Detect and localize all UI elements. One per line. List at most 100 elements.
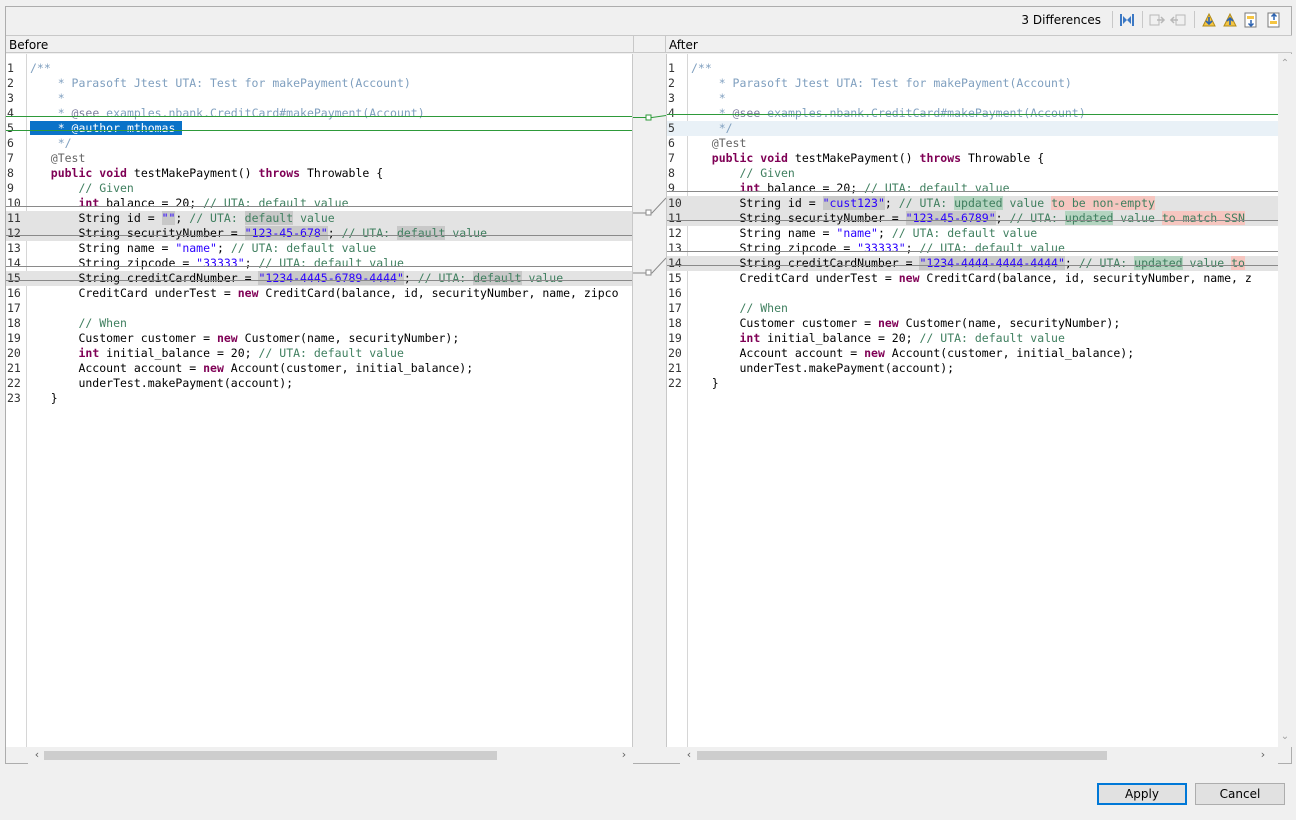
code-line[interactable]: 9 // Given [6, 181, 632, 196]
code-line[interactable]: 13 String zipcode = "33333"; // UTA: def… [667, 241, 1278, 256]
code-line[interactable]: 14 String zipcode = "33333"; // UTA: def… [6, 256, 632, 271]
line-number: 4 [668, 106, 675, 120]
code-token: // When [30, 316, 127, 330]
code-text: * [691, 91, 726, 106]
scroll-left-icon[interactable]: ‹ [682, 748, 696, 762]
scroll-right-icon[interactable]: › [1256, 748, 1270, 762]
copy-left-icon[interactable] [1169, 11, 1187, 29]
apply-button[interactable]: Apply [1097, 783, 1187, 805]
code-line[interactable]: 22 underTest.makePayment(account); [6, 376, 632, 391]
code-line[interactable]: 13 String name = "name"; // UTA: default… [6, 241, 632, 256]
code-line[interactable]: 8 public void testMakePayment() throws T… [6, 166, 632, 181]
code-line[interactable]: 14 String creditCardNumber = "1234-4444-… [667, 256, 1278, 271]
code-text: /** [30, 61, 51, 76]
scrollbar-thumb[interactable] [44, 751, 497, 760]
code-line[interactable]: 16 CreditCard underTest = new CreditCard… [6, 286, 632, 301]
code-token: default [244, 211, 294, 225]
code-token: // UTA: default value [919, 241, 1065, 255]
code-line[interactable]: 1 /** [6, 61, 632, 76]
code-token: CreditCard(balance, id, securityNumber, … [919, 271, 1252, 285]
cancel-button[interactable]: Cancel [1195, 783, 1285, 805]
code-line[interactable]: 19 int initial_balance = 20; // UTA: def… [667, 331, 1278, 346]
code-line[interactable]: 15 CreditCard underTest = new CreditCard… [667, 271, 1278, 286]
code-line[interactable]: 8 // Given [667, 166, 1278, 181]
code-token: * Parasoft Jtest UTA: Test for makePayme… [691, 76, 1072, 90]
code-text: * @see examples.nbank.CreditCard#makePay… [30, 106, 425, 121]
code-line[interactable]: 11 String id = ""; // UTA: default value [6, 211, 632, 226]
code-line[interactable]: 9 int balance = 20; // UTA: default valu… [667, 181, 1278, 196]
code-token: to match SSN [1161, 211, 1245, 225]
code-token: Throwable { [961, 151, 1045, 165]
code-line[interactable]: 3 * [6, 91, 632, 106]
code-line[interactable]: 4 * @see examples.nbank.CreditCard#makeP… [6, 106, 632, 121]
code-line[interactable]: 3 * [667, 91, 1278, 106]
next-diff-icon[interactable] [1200, 11, 1218, 29]
scroll-right-icon[interactable]: › [617, 748, 631, 762]
code-text: int balance = 20; // UTA: default value [691, 181, 1009, 196]
code-line[interactable]: 7 public void testMakePayment() throws T… [667, 151, 1278, 166]
code-token: // UTA: [1009, 211, 1065, 225]
code-token: // UTA: default value [258, 256, 404, 270]
code-token: int [739, 181, 761, 195]
code-line[interactable]: 21 underTest.makePayment(account); [667, 361, 1278, 376]
code-line[interactable]: 6 */ [6, 136, 632, 151]
code-line[interactable]: 10 String id = "cust123"; // UTA: update… [667, 196, 1278, 211]
code-line[interactable]: 22 } [667, 376, 1278, 391]
prev-change-icon[interactable] [1265, 11, 1283, 29]
before-horizontal-scrollbar[interactable]: ‹ › [28, 747, 633, 764]
code-line[interactable]: 16 [667, 286, 1278, 301]
code-line[interactable]: 18 Customer customer = new Customer(name… [667, 316, 1278, 331]
scroll-up-icon[interactable]: ⌃ [1278, 57, 1292, 71]
code-token: "123-45-678" [244, 226, 328, 240]
prev-diff-icon[interactable] [1221, 11, 1239, 29]
code-line[interactable]: 23 } [6, 391, 632, 406]
code-line[interactable]: 5 * @author mthomas [6, 121, 632, 136]
next-change-icon[interactable] [1242, 11, 1260, 29]
copy-all-icon[interactable] [1118, 11, 1136, 29]
code-token: examples.nbank.CreditCard#makePayment(Ac… [760, 106, 1086, 120]
code-line[interactable]: 17 [6, 301, 632, 316]
code-line[interactable]: 1 /** [667, 61, 1278, 76]
line-number: 16 [668, 286, 682, 300]
code-line[interactable]: 19 Customer customer = new Customer(name… [6, 331, 632, 346]
before-editor[interactable]: 1/** 2 * Parasoft Jtest UTA: Test for mak… [6, 54, 633, 747]
code-line[interactable]: 11 String securityNumber = "123-45-6789"… [667, 211, 1278, 226]
code-line[interactable]: 20 int initial_balance = 20; // UTA: def… [6, 346, 632, 361]
vertical-scrollbar[interactable]: ⌃ ⌄ [1278, 54, 1292, 747]
scroll-left-icon[interactable]: ‹ [30, 748, 44, 762]
code-line[interactable]: 7 @Test [6, 151, 632, 166]
code-token: // UTA: default value [919, 331, 1065, 345]
code-line[interactable]: 4 * @see examples.nbank.CreditCard#makeP… [667, 106, 1278, 121]
code-line[interactable]: 2 * Parasoft Jtest UTA: Test for makePay… [6, 76, 632, 91]
code-line[interactable]: 6 @Test [667, 136, 1278, 151]
code-line[interactable]: 18 // When [6, 316, 632, 331]
code-line[interactable]: 15 String creditCardNumber = "1234-4445-… [6, 271, 632, 286]
scroll-down-icon[interactable]: ⌄ [1278, 730, 1292, 744]
code-text: /** [691, 61, 712, 76]
scrollbar-thumb[interactable] [697, 751, 1107, 760]
before-pane-title: Before [9, 38, 49, 52]
line-number: 9 [7, 181, 14, 195]
code-line[interactable]: 2 * Parasoft Jtest UTA: Test for makePay… [667, 76, 1278, 91]
before-code-area[interactable]: 1/** 2 * Parasoft Jtest UTA: Test for mak… [6, 54, 632, 747]
copy-right-icon[interactable] [1148, 11, 1166, 29]
after-code-area[interactable]: 1 /** 2 * Parasoft Jtest UTA: Test for mak… [667, 54, 1278, 747]
after-horizontal-scrollbar[interactable]: ‹ › [680, 747, 1278, 764]
code-token: testMakePayment() [126, 166, 259, 180]
code-line[interactable]: 17 // When [667, 301, 1278, 316]
code-text: String id = "cust123"; // UTA: updated v… [691, 196, 1155, 211]
code-token: // UTA: [898, 196, 955, 210]
code-line[interactable]: 10 int balance = 20; // UTA: default val… [6, 196, 632, 211]
code-token: initial_balance = 20; [760, 331, 920, 345]
code-line[interactable]: 5 */ [667, 121, 1278, 136]
code-line[interactable]: 12 String name = "name"; // UTA: default… [667, 226, 1278, 241]
code-text: String securityNumber = "123-45-6789"; /… [691, 211, 1245, 226]
line-number: 1 [668, 61, 675, 75]
code-line[interactable]: 20 Account account = new Account(custome… [667, 346, 1278, 361]
code-line[interactable]: 21 Account account = new Account(custome… [6, 361, 632, 376]
code-line[interactable]: 12 String securityNumber = "123-45-678";… [6, 226, 632, 241]
code-token: public [711, 151, 754, 165]
after-editor[interactable]: 1 /** 2 * Parasoft Jtest UTA: Test for mak… [666, 54, 1278, 747]
line-number: 5 [668, 121, 675, 135]
